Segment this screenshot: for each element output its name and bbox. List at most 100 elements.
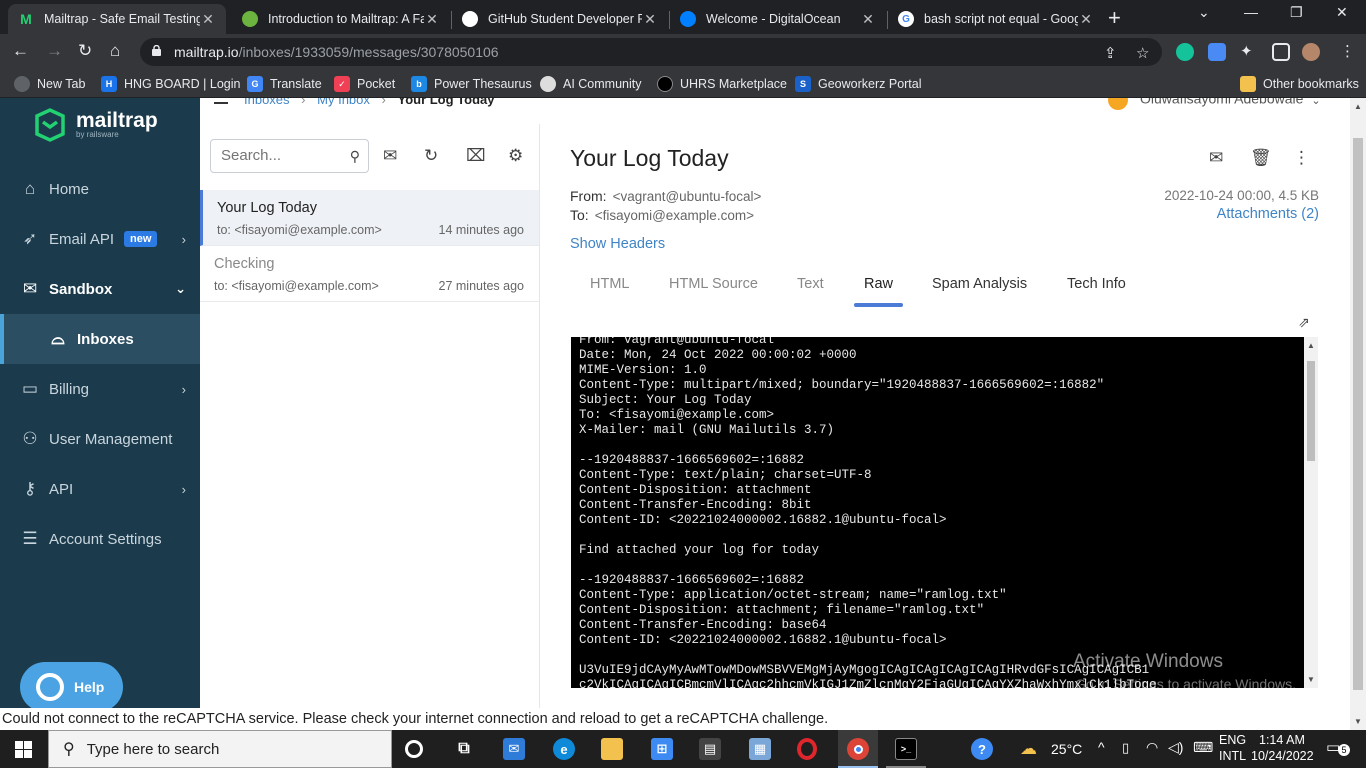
remote-desktop-icon[interactable]: ▦ [749, 738, 771, 760]
search-field[interactable]: ⚲ [210, 139, 369, 173]
show-headers-link[interactable]: Show Headers [570, 236, 665, 252]
weather-temperature[interactable]: 25°C [1051, 741, 1082, 757]
taskbar-search-box[interactable]: ⚲ Type here to search [48, 730, 392, 768]
bookmark-uhrs[interactable]: UHRS Marketplace [657, 76, 787, 92]
bookmark-new-tab[interactable]: New Tab [14, 76, 85, 92]
cortana-icon[interactable] [405, 740, 423, 758]
refresh-icon[interactable]: ↻ [424, 146, 438, 166]
battery-icon[interactable]: ▯ [1122, 740, 1129, 756]
scrollbar-thumb[interactable] [1307, 361, 1315, 461]
close-icon[interactable]: ✕ [1078, 11, 1094, 28]
help-button[interactable]: Help [20, 662, 123, 708]
wifi-icon[interactable]: ◠ [1146, 739, 1158, 756]
sidebar-item-api[interactable]: ⚷ API › [0, 464, 200, 514]
edge-browser-icon[interactable]: e [553, 738, 575, 760]
breadcrumb-inboxes[interactable]: Inboxes [244, 98, 290, 107]
bookmark-geoworkerz[interactable]: S Geoworkerz Portal [795, 76, 922, 92]
sidebar-item-billing[interactable]: ▭ Billing › [0, 364, 200, 414]
hamburger-menu-icon[interactable] [214, 102, 228, 104]
mailtrap-logo[interactable]: mailtrap by railsware [34, 108, 158, 142]
puzzle-extensions-icon[interactable]: ✦ [1240, 42, 1253, 60]
grammarly-extension-icon[interactable] [1176, 43, 1194, 61]
file-explorer-icon[interactable] [601, 738, 623, 760]
keyboard-icon[interactable]: ⌨ [1193, 739, 1213, 756]
bookmark-hng-board[interactable]: H HNG BOARD | Login [101, 76, 240, 92]
chevron-up-icon[interactable]: ^ [1098, 739, 1105, 755]
open-external-icon[interactable]: ⇗ [1298, 314, 1310, 331]
scroll-down-arrow-icon[interactable]: ▼ [1307, 675, 1315, 684]
tab-html-source[interactable]: HTML Source [669, 272, 758, 306]
side-panel-icon[interactable] [1272, 43, 1290, 61]
close-icon[interactable]: ✕ [424, 11, 440, 28]
search-icon[interactable]: ⚲ [350, 148, 360, 165]
sidebar-item-inboxes[interactable]: ⌓ Inboxes [0, 314, 200, 364]
bookmark-power-thesaurus[interactable]: b Power Thesaurus [411, 76, 532, 92]
close-icon[interactable]: ✕ [860, 11, 876, 28]
window-close-button[interactable]: ✕ [1336, 4, 1348, 21]
tab-mailtrap[interactable]: M Mailtrap - Safe Email Testing ✕ [8, 4, 226, 34]
clock-time[interactable]: 1:14 AM [1259, 733, 1305, 747]
language-indicator[interactable]: ENG [1219, 733, 1246, 747]
scroll-up-arrow-icon[interactable]: ▲ [1354, 102, 1362, 111]
mail-app-icon[interactable]: ✉ [503, 738, 525, 760]
bookmark-translate[interactable]: G Translate [247, 76, 322, 92]
breadcrumb-my-inbox[interactable]: My Inbox [317, 98, 370, 107]
mark-read-icon[interactable]: ✉ [383, 146, 397, 166]
sidebar-item-email-api[interactable]: ➶ Email API new › [0, 214, 200, 264]
trash-icon[interactable]: 🗑 [1250, 148, 1272, 168]
tab-intro-mailtrap[interactable]: Introduction to Mailtrap: A Fa ✕ [232, 4, 450, 34]
task-view-icon[interactable]: ⧉ [453, 738, 475, 760]
clear-inbox-icon[interactable]: ⌧ [466, 146, 486, 166]
keyboard-layout-indicator[interactable]: INTL [1219, 749, 1246, 763]
tab-text[interactable]: Text [797, 272, 824, 306]
bookmark-ai-community[interactable]: AI Community [540, 76, 642, 92]
bookmark-pocket[interactable]: ✓ Pocket [334, 76, 395, 92]
clock-date[interactable]: 10/24/2022 [1251, 749, 1314, 763]
attachments-link[interactable]: Attachments (2) [1217, 206, 1319, 222]
bookmark-star-icon[interactable]: ☆ [1136, 44, 1149, 62]
tab-raw[interactable]: Raw [854, 272, 904, 307]
search-input[interactable] [221, 147, 341, 164]
chrome-browser-icon[interactable] [847, 738, 869, 760]
profile-avatar[interactable] [1302, 43, 1320, 61]
user-menu[interactable]: Oluwafisayomi Adebowale ⌄ [1108, 98, 1321, 110]
extension-icon[interactable] [1208, 43, 1226, 61]
address-bar[interactable]: mailtrap.io/inboxes/1933059/messages/307… [140, 38, 1162, 66]
sidebar-item-user-management[interactable]: ⚇ User Management [0, 414, 200, 464]
message-list-item[interactable]: Checking to: <fisayomi@example.com> 27 m… [200, 246, 539, 302]
tab-digitalocean[interactable]: Welcome - DigitalOcean ✕ [670, 4, 886, 34]
weather-cloud-icon[interactable]: ☁ [1020, 739, 1037, 759]
tab-github[interactable]: GitHub Student Developer Pa ✕ [452, 4, 668, 34]
message-list-item[interactable]: Your Log Today to: <fisayomi@example.com… [200, 190, 539, 246]
microsoft-store-icon[interactable]: ⊞ [651, 738, 673, 760]
windows-start-icon[interactable] [15, 741, 32, 758]
forward-arrow-icon[interactable]: → [46, 41, 63, 61]
reload-icon[interactable]: ↻ [78, 41, 92, 61]
raw-message-viewer[interactable]: From: vagrant@ubuntu-focal Date: Mon, 24… [571, 337, 1318, 688]
sidebar-item-sandbox[interactable]: ✉ Sandbox ⌄ [0, 264, 200, 314]
share-icon[interactable]: ⇪ [1104, 44, 1117, 62]
bookmark-other[interactable]: Other bookmarks [1240, 76, 1359, 92]
opera-browser-icon[interactable] [797, 738, 817, 760]
tab-tech-info[interactable]: Tech Info [1067, 272, 1126, 306]
tab-html[interactable]: HTML [590, 272, 629, 306]
tab-google-search[interactable]: G bash script not equal - Goog ✕ [888, 4, 1104, 34]
scroll-up-arrow-icon[interactable]: ▲ [1307, 341, 1315, 350]
kebab-menu-icon[interactable]: ⋮ [1340, 42, 1355, 60]
page-scrollbar[interactable]: ▲ ▼ [1350, 98, 1366, 730]
restore-button[interactable]: ❐ [1290, 4, 1303, 21]
scroll-down-arrow-icon[interactable]: ▼ [1354, 717, 1362, 726]
new-tab-button[interactable]: + [1108, 5, 1121, 31]
home-icon[interactable]: ⌂ [110, 41, 120, 61]
minimize-button[interactable]: — [1244, 4, 1258, 20]
tab-search-chevron-icon[interactable]: ⌄ [1198, 4, 1210, 21]
forward-email-icon[interactable]: ✉ [1209, 148, 1223, 168]
terminal-icon[interactable]: >_ [895, 738, 917, 760]
close-icon[interactable]: ✕ [200, 11, 216, 28]
help-question-icon[interactable]: ? [971, 738, 993, 760]
calculator-app-icon[interactable]: ▤ [699, 738, 721, 760]
settings-gear-icon[interactable]: ⚙ [508, 146, 523, 166]
tab-spam-analysis[interactable]: Spam Analysis [932, 272, 1027, 306]
sidebar-item-account-settings[interactable]: ☰ Account Settings [0, 514, 200, 564]
sidebar-item-home[interactable]: ⌂ Home [0, 164, 200, 214]
